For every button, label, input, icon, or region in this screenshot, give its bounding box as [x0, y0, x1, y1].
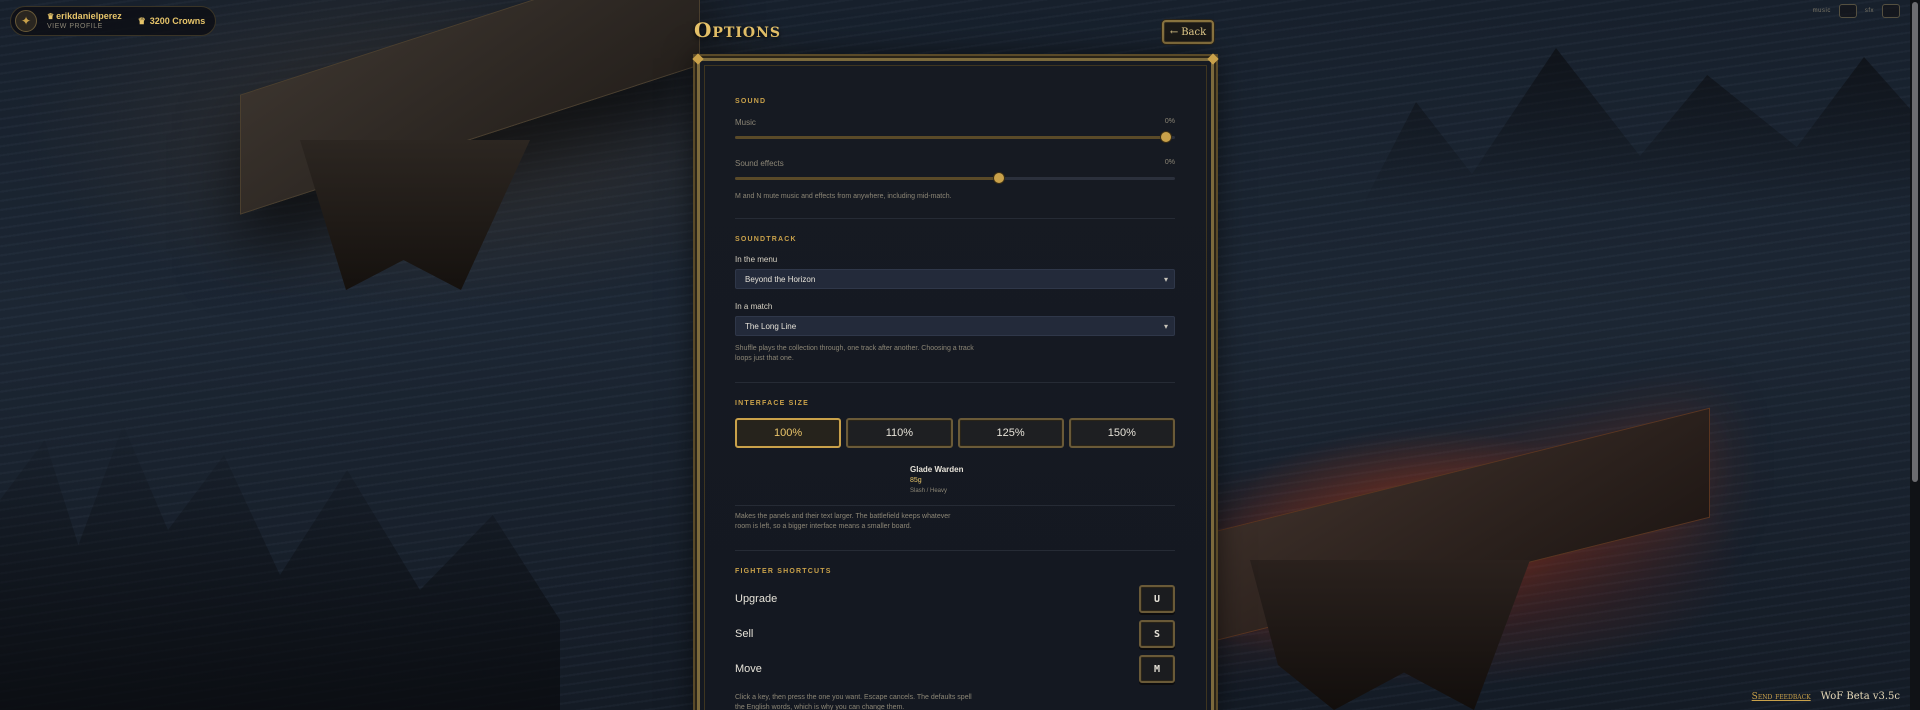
footer: Send feedback WoF Beta v3.5c	[1752, 691, 1900, 702]
interface-size-option[interactable]: 110%	[846, 418, 953, 448]
shortcut-key-button[interactable]: M	[1139, 655, 1175, 683]
match-track-label: In a match	[735, 302, 773, 311]
background-spires-right	[1360, 48, 1920, 210]
sound-hint: M and N mute music and effects from anyw…	[735, 193, 952, 200]
shortcut-row-upgrade: Upgrade U	[735, 585, 1175, 613]
back-arrow-icon: ←	[1169, 26, 1179, 38]
currency-amount: 3200 Crowns	[149, 16, 206, 26]
sfx-toggle-label: sfx	[1864, 8, 1874, 14]
sfx-slider-thumb[interactable]	[994, 173, 1004, 183]
avatar-emblem-icon: ✦	[20, 14, 32, 28]
username-text: erikdanielperez	[56, 10, 122, 21]
interface-size-options: 100% 110% 125% 150%	[735, 418, 1175, 448]
music-label: Music	[735, 118, 756, 127]
sfx-slider[interactable]	[735, 173, 1175, 183]
section-title-interface-size: INTERFACE SIZE	[735, 400, 809, 407]
sfx-slider-fill	[735, 177, 999, 180]
music-toggle-label: music	[1812, 8, 1831, 14]
menu-track-value: Beyond the Horizon	[745, 274, 816, 284]
avatar[interactable]: ✦	[15, 10, 37, 32]
menu-track-select[interactable]: Beyond the Horizon ▾	[735, 269, 1175, 289]
music-slider[interactable]	[735, 132, 1175, 142]
shortcut-key-button[interactable]: U	[1139, 585, 1175, 613]
section-title-fighter-shortcuts: FIGHTER SHORTCUTS	[735, 568, 832, 575]
music-slider-fill	[735, 136, 1167, 139]
options-panel: SOUND Music 0% Sound effects 0% M and N …	[692, 53, 1219, 710]
shortcut-key-button[interactable]: S	[1139, 620, 1175, 648]
crown-icon: ♛	[137, 15, 146, 26]
preview-unit-price: 85g	[910, 477, 922, 484]
chevron-down-icon: ▾	[1163, 274, 1168, 284]
interface-size-option[interactable]: 100%	[735, 418, 842, 448]
preview-unit-name: Glade Warden	[910, 465, 964, 474]
music-slider-thumb[interactable]	[1161, 132, 1172, 142]
panel-corner-ornament	[1207, 53, 1219, 65]
interface-size-option[interactable]: 150%	[1068, 418, 1175, 448]
shortcut-label: Sell	[735, 628, 754, 640]
music-toggle-button[interactable]	[1838, 4, 1857, 18]
section-title-sound: SOUND	[735, 98, 767, 105]
background-bridge-right-base	[1250, 560, 1530, 710]
shortcut-row-sell: Sell S	[735, 620, 1175, 648]
music-value: 0%	[1164, 118, 1175, 125]
view-profile-link[interactable]: VIEW PROFILE	[47, 22, 122, 32]
username[interactable]: ♛ erikdanielperez	[47, 11, 122, 22]
divider	[735, 382, 1175, 383]
divider	[735, 218, 1175, 219]
chevron-down-icon: ▾	[1163, 321, 1168, 331]
back-label: Back	[1181, 26, 1207, 38]
shortcuts-hint: Click a key, then press the one you want…	[735, 694, 972, 710]
version-label: WoF Beta v3.5c	[1820, 691, 1900, 702]
page-title: Options	[694, 18, 782, 42]
shortcut-label: Move	[735, 663, 762, 675]
currency-display: ♛ 3200 Crowns	[138, 16, 206, 27]
send-feedback-link[interactable]: Send feedback	[1752, 692, 1811, 702]
scrollbar-thumb[interactable]	[1912, 2, 1918, 482]
background-bridge-left-base	[300, 140, 530, 290]
topright-controls: music sfx	[1813, 4, 1900, 18]
crown-icon: ♛	[47, 11, 55, 21]
divider	[735, 505, 1175, 506]
shortcut-row-move: Move M	[735, 655, 1175, 683]
profile-text: ♛ erikdanielperez VIEW PROFILE	[47, 11, 122, 32]
page-scrollbar[interactable]	[1910, 0, 1920, 710]
background-spires-left	[0, 425, 560, 710]
shortcut-label: Upgrade	[735, 593, 778, 605]
sfx-value: 0%	[1164, 159, 1175, 166]
sfx-toggle-button[interactable]	[1882, 4, 1900, 18]
match-track-select[interactable]: The Long Line ▾	[735, 316, 1175, 336]
menu-track-label: In the menu	[735, 255, 778, 264]
interface-size-preview: Glade Warden 85g Slash / Heavy	[910, 464, 964, 497]
interface-size-option[interactable]: 125%	[957, 418, 1064, 448]
section-title-soundtrack: SOUNDTRACK	[735, 236, 797, 243]
interface-size-hint: Makes the panels and their text larger. …	[735, 513, 951, 530]
divider	[735, 550, 1175, 551]
soundtrack-hint: Shuffle plays the collection through, on…	[735, 345, 974, 362]
back-button[interactable]: ← Back	[1162, 20, 1214, 44]
panel-corner-ornament	[692, 53, 704, 65]
background-bridge-right	[1210, 407, 1710, 643]
background-bridge-left	[240, 0, 700, 215]
sfx-label: Sound effects	[735, 159, 784, 168]
preview-unit-type: Slash / Heavy	[910, 488, 948, 494]
profile-pill[interactable]: ✦ ♛ erikdanielperez VIEW PROFILE ♛ 3200 C…	[10, 6, 217, 36]
match-track-value: The Long Line	[745, 321, 797, 331]
